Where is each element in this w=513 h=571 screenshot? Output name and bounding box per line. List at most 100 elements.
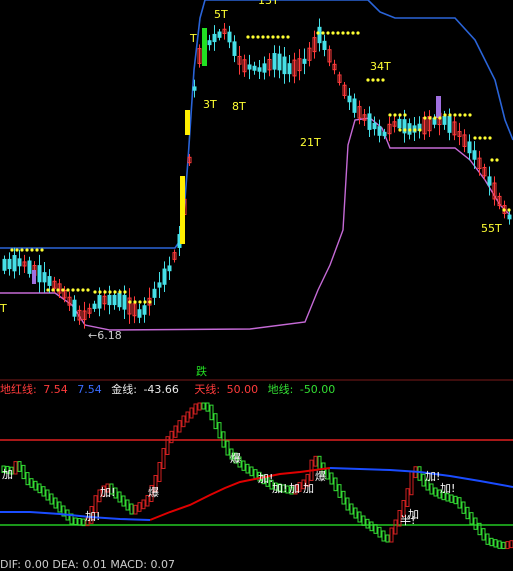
dot-marker [483, 136, 487, 140]
dot-marker [381, 78, 385, 82]
annotation-t13: 13T [258, 0, 279, 7]
dot-marker [113, 290, 117, 294]
dot-marker [458, 113, 462, 117]
dot-marker [443, 113, 447, 117]
dot-marker [118, 290, 122, 294]
dot-marker [351, 31, 355, 35]
candle-body [72, 299, 77, 317]
signal-bar-yellow [185, 110, 190, 135]
dot-marker [478, 136, 482, 140]
dot-marker [25, 248, 29, 252]
dot-marker [331, 31, 335, 35]
chart-canvas: 13T5TT3T 8T34T21T55TT←6.18跌 加加! 爆爆加!加! 加加爆加… [0, 0, 513, 566]
dot-marker [15, 248, 19, 252]
candle-body [317, 26, 322, 44]
dot-marker [35, 248, 39, 252]
osc-label-l9: 爆 [315, 469, 326, 483]
candle-body [247, 64, 252, 70]
dot-marker [356, 31, 360, 35]
dot-marker [408, 128, 412, 132]
dot-marker [448, 113, 452, 117]
osc-label-l10: 加! [85, 510, 100, 523]
osc-label-l11: 加! [425, 470, 440, 483]
candle-body [252, 65, 257, 71]
dot-marker [138, 300, 142, 304]
candle-body [207, 40, 212, 46]
candle-body [42, 272, 47, 283]
dot-marker [376, 78, 380, 82]
candle-body [347, 95, 352, 103]
dot-marker [98, 290, 102, 294]
candle-body [17, 258, 22, 267]
candle-body [137, 309, 142, 318]
annotation-t_left: T [0, 302, 7, 315]
candle-body [157, 282, 162, 288]
candle-body [12, 255, 17, 272]
dot-marker [148, 300, 152, 304]
dot-marker [423, 116, 427, 120]
dot-marker [81, 288, 85, 292]
candle-body [472, 150, 477, 160]
legend-item-tian: 天线: 50.00 [194, 383, 259, 396]
dot-marker [76, 288, 80, 292]
indicator-legend: 地红线: 7.54 7.54 金线: -43.66 天线: 50.00 地线: … [0, 381, 341, 397]
dot-marker [56, 288, 60, 292]
annotation-t5: 5T [214, 8, 228, 21]
candle-body [112, 294, 117, 306]
dot-marker [366, 78, 370, 82]
dot-marker [490, 158, 494, 162]
dot-marker [473, 136, 477, 140]
candle-body [232, 41, 237, 56]
dot-marker [488, 136, 492, 140]
dot-marker [251, 35, 255, 39]
annotation-t21: 21T [300, 136, 321, 149]
candle-body [287, 63, 292, 75]
osc-label-l4: 爆 [230, 451, 241, 465]
dot-marker [30, 248, 34, 252]
candle-body [162, 268, 167, 285]
candle-body [117, 292, 122, 308]
candle-body [92, 303, 97, 309]
dot-marker [495, 158, 499, 162]
candle-body [322, 40, 327, 50]
candle-body [152, 288, 157, 298]
annotation-t_single: T [189, 32, 197, 45]
dot-marker [10, 248, 14, 252]
candle-body [377, 126, 382, 136]
candle-body [122, 294, 127, 310]
candle-body [367, 113, 372, 130]
candle-body [27, 260, 32, 274]
dot-marker [128, 300, 132, 304]
candle-body [507, 214, 512, 220]
osc-label-l7: 加 [289, 482, 300, 495]
dot-marker [336, 31, 340, 35]
dot-marker [103, 290, 107, 294]
candle-body [7, 258, 12, 270]
candle-body [97, 295, 102, 309]
dot-marker [316, 31, 320, 35]
candle-body [442, 115, 447, 125]
dot-marker [413, 128, 417, 132]
signal-bar-purple [436, 96, 441, 118]
dot-marker [143, 300, 147, 304]
osc-label-l12: 加! [440, 482, 455, 495]
osc-label-l14: 加 [408, 508, 419, 521]
annotation-t55: 55T [481, 222, 502, 235]
dot-marker [428, 116, 432, 120]
dot-marker [507, 208, 511, 212]
dot-marker [46, 288, 50, 292]
candle-body [227, 31, 232, 43]
legend-item-blue: 7.54 [77, 383, 102, 396]
dot-marker [51, 288, 55, 292]
dot-marker [463, 113, 467, 117]
osc-label-l8: 加 [303, 482, 314, 495]
candle-body [2, 258, 7, 271]
dot-marker [256, 35, 260, 39]
candle-body [167, 265, 172, 272]
candle-body [37, 265, 42, 283]
dot-marker [66, 288, 70, 292]
candle-body [467, 141, 472, 154]
signal-bar-green [202, 28, 207, 66]
legend-item-jin: 金线: -43.66 [111, 383, 179, 396]
dot-marker [453, 113, 457, 117]
